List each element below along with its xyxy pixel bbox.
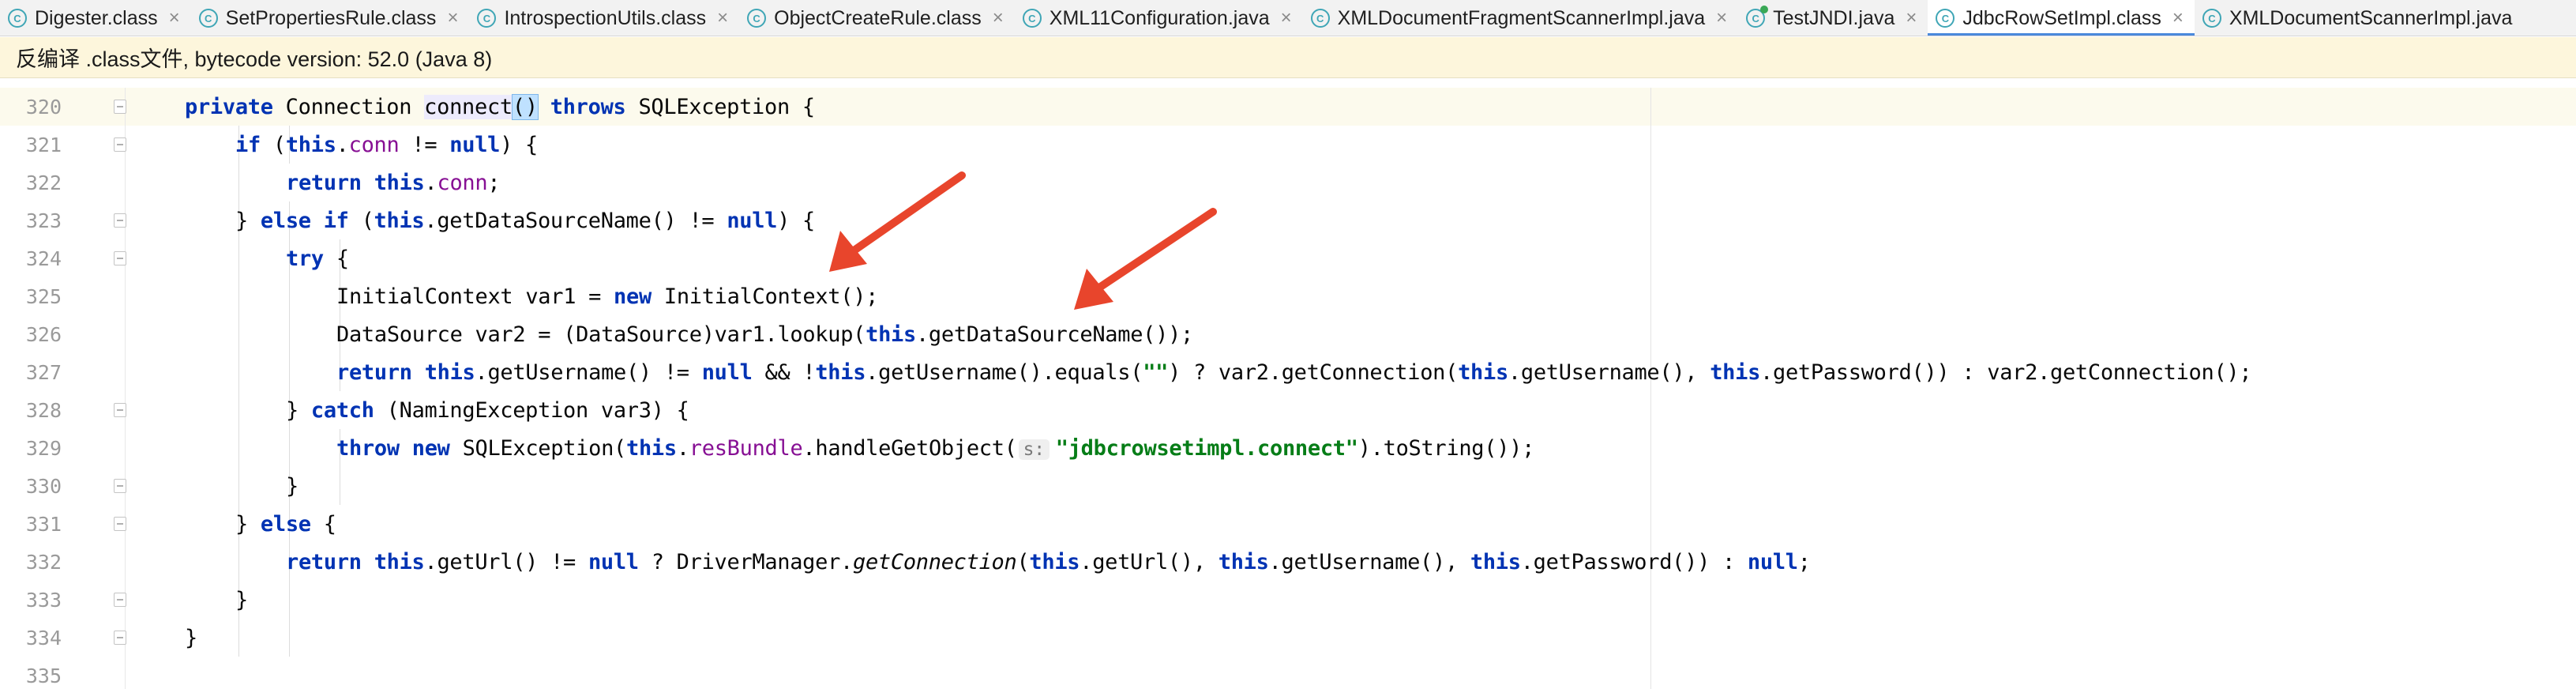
line-number: 327 xyxy=(25,360,62,384)
code-line: 333 } xyxy=(0,581,2576,619)
editor-tab-bar: C Digester.class × C SetPropertiesRule.c… xyxy=(0,0,2576,36)
fold-icon[interactable] xyxy=(114,593,126,607)
code-text: return this.getUrl() != null ? DriverMan… xyxy=(286,549,1811,574)
tab-xmldocumentfragmentscannerimpl[interactable]: C XMLDocumentFragmentScannerImpl.java × xyxy=(1303,0,1739,36)
tab-objectcreaterule[interactable]: C ObjectCreateRule.class × xyxy=(739,0,1015,36)
line-number: 330 xyxy=(25,474,62,498)
code-line: 335 xyxy=(0,657,2576,689)
line-number: 335 xyxy=(25,664,62,687)
fold-icon[interactable] xyxy=(114,517,126,531)
code-text: return this.conn; xyxy=(286,170,501,195)
code-line: 334 } xyxy=(0,619,2576,657)
close-icon[interactable]: × xyxy=(2172,7,2184,29)
tab-jdbcrowsetimpl[interactable]: C JdbcRowSetImpl.class × xyxy=(1928,0,2195,36)
tab-label: XMLDocumentFragmentScannerImpl.java xyxy=(1337,6,1706,29)
line-number: 328 xyxy=(25,398,62,422)
tab-label: TestJNDI.java xyxy=(1773,6,1895,29)
code-line: 325 InitialContext var1 = new InitialCon… xyxy=(0,277,2576,315)
code-text: throw new SQLException(this.resBundle.ha… xyxy=(336,435,1535,461)
close-icon[interactable]: × xyxy=(169,7,180,29)
line-number: 322 xyxy=(25,171,62,194)
code-line: 329 throw new SQLException(this.resBundl… xyxy=(0,429,2576,467)
code-text: } else if (this.getDataSourceName() != n… xyxy=(235,208,816,233)
line-number: 331 xyxy=(25,512,62,536)
fold-icon[interactable] xyxy=(114,631,126,645)
code-text: try { xyxy=(286,246,349,271)
code-line: 324 try { xyxy=(0,239,2576,277)
fold-icon[interactable] xyxy=(114,100,126,114)
code-line: 332 return this.getUrl() != null ? Drive… xyxy=(0,543,2576,581)
line-number: 323 xyxy=(25,209,62,232)
line-number: 329 xyxy=(25,436,62,460)
close-icon[interactable]: × xyxy=(1906,7,1917,29)
tab-testjndi[interactable]: C TestJNDI.java × xyxy=(1738,0,1928,36)
decompiled-info-banner: 反编译 .class文件, bytecode version: 52.0 (Ja… xyxy=(0,37,2576,78)
tab-label: IntrospectionUtils.class xyxy=(504,6,707,29)
close-icon[interactable]: × xyxy=(1281,7,1292,29)
code-editor[interactable]: 320 private Connection connect() throws … xyxy=(0,88,2576,689)
class-icon: C xyxy=(2202,9,2221,28)
class-icon: C xyxy=(477,9,497,28)
banner-text: 反编译 .class文件, bytecode version: 52.0 (Ja… xyxy=(16,47,493,71)
fold-icon[interactable] xyxy=(114,137,126,152)
tab-digester[interactable]: C Digester.class × xyxy=(0,0,191,36)
class-icon: C xyxy=(1936,9,1955,28)
fold-icon[interactable] xyxy=(114,403,126,417)
tab-label: Digester.class xyxy=(35,6,158,29)
class-icon: C xyxy=(747,9,767,28)
tab-introspectionutils[interactable]: C IntrospectionUtils.class × xyxy=(469,0,739,36)
class-icon: C xyxy=(1022,9,1042,28)
tab-setpropertiesrule[interactable]: C SetPropertiesRule.class × xyxy=(191,0,470,36)
close-icon[interactable]: × xyxy=(447,7,458,29)
parameter-hint: s: xyxy=(1018,439,1050,460)
code-line: 323 } else if (this.getDataSourceName() … xyxy=(0,201,2576,239)
close-icon[interactable]: × xyxy=(993,7,1004,29)
code-line: 321 if (this.conn != null) { xyxy=(0,126,2576,164)
code-text: } xyxy=(286,473,299,499)
code-text: } else { xyxy=(235,511,336,537)
code-text: } catch (NamingException var3) { xyxy=(286,397,689,423)
line-number: 320 xyxy=(25,95,62,119)
close-icon[interactable]: × xyxy=(717,7,728,29)
code-text: } xyxy=(185,625,197,650)
class-icon: C xyxy=(198,9,218,28)
code-line: 327 return this.getUsername() != null &&… xyxy=(0,353,2576,391)
test-class-icon: C xyxy=(1746,6,1769,28)
code-line: 330 } xyxy=(0,467,2576,505)
code-line: 331 } else { xyxy=(0,505,2576,543)
tab-xml11configuration[interactable]: C XML11Configuration.java × xyxy=(1015,0,1303,36)
tab-label: JdbcRowSetImpl.class xyxy=(1962,6,2161,29)
line-number: 325 xyxy=(25,284,62,308)
code-line: 320 private Connection connect() throws … xyxy=(0,88,2576,126)
line-number: 334 xyxy=(25,626,62,649)
class-icon: C xyxy=(8,9,27,28)
code-text: if (this.conn != null) { xyxy=(235,132,538,157)
code-text: } xyxy=(235,587,248,612)
code-text: private Connection connect() throws SQLE… xyxy=(185,93,815,120)
line-number: 333 xyxy=(25,588,62,612)
line-number: 326 xyxy=(25,322,62,346)
fold-icon[interactable] xyxy=(114,213,126,228)
code-text: InitialContext var1 = new InitialContext… xyxy=(336,284,879,309)
code-text: DataSource var2 = (DataSource)var1.looku… xyxy=(336,322,1193,347)
tab-xmldocumentscannerimpl[interactable]: C XMLDocumentScannerImpl.java xyxy=(2195,0,2524,36)
line-number: 321 xyxy=(25,133,62,156)
line-number: 332 xyxy=(25,550,62,574)
tab-label: XMLDocumentScannerImpl.java xyxy=(2229,6,2513,29)
fold-icon[interactable] xyxy=(114,479,126,493)
class-icon: C xyxy=(1310,9,1330,28)
code-line: 326 DataSource var2 = (DataSource)var1.l… xyxy=(0,315,2576,353)
code-line: 322 return this.conn; xyxy=(0,164,2576,201)
fold-icon[interactable] xyxy=(114,251,126,265)
tab-label: ObjectCreateRule.class xyxy=(774,6,982,29)
code-line: 328 } catch (NamingException var3) { xyxy=(0,391,2576,429)
string-literal: "jdbcrowsetimpl.connect" xyxy=(1055,435,1358,461)
code-text: return this.getUsername() != null && !th… xyxy=(336,360,2252,385)
close-icon[interactable]: × xyxy=(1716,7,1727,29)
tab-label: XML11Configuration.java xyxy=(1049,6,1270,29)
tab-label: SetPropertiesRule.class xyxy=(225,6,437,29)
line-number: 324 xyxy=(25,247,62,270)
